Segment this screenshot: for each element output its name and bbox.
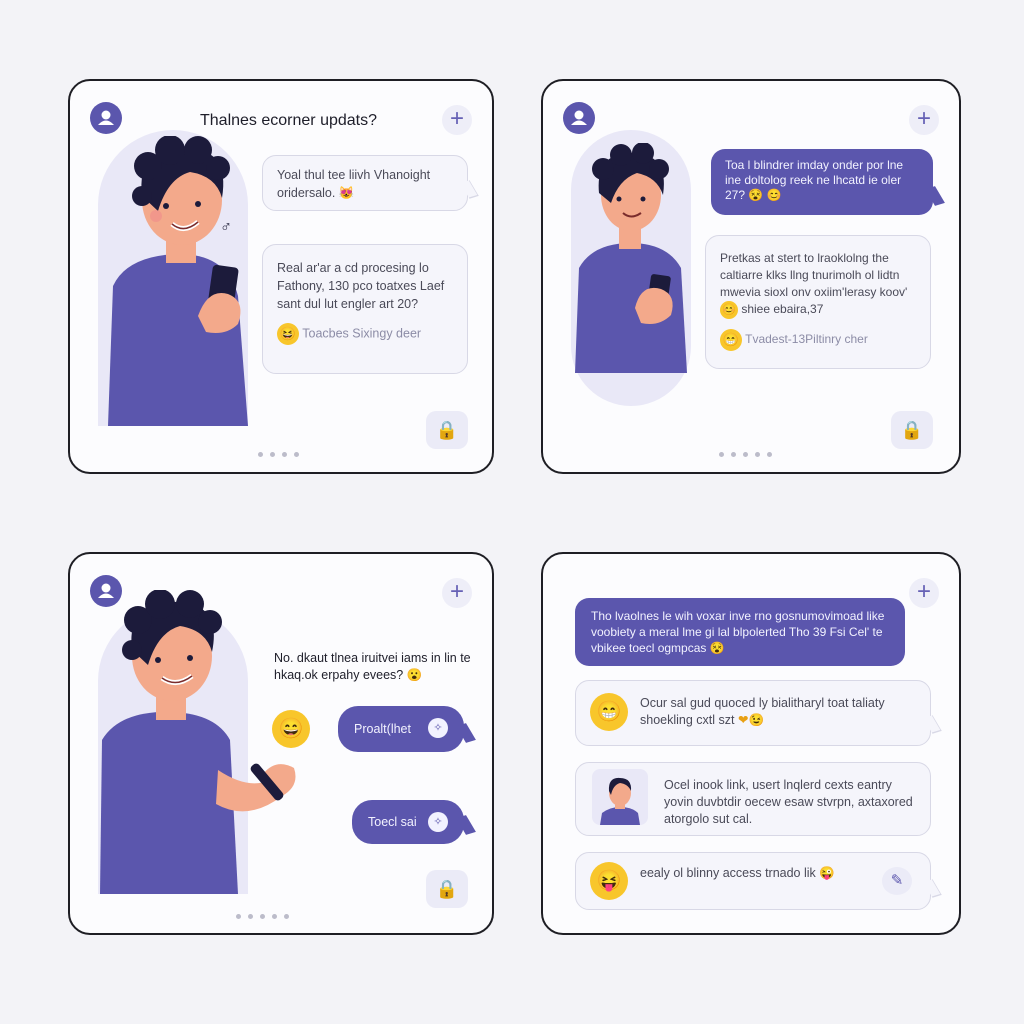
laughing-emoji-icon: 😆 (277, 323, 299, 345)
lock-button[interactable]: 🔒 (426, 870, 468, 908)
pagination-dots (236, 914, 289, 919)
page-dot[interactable] (236, 914, 241, 919)
user-icon (98, 110, 114, 125)
contact-avatar (592, 769, 648, 825)
tongue-emoji-icon: 😝 (590, 862, 628, 900)
page-dot[interactable] (248, 914, 253, 919)
chat-bubble-a: Toa l blindrer imday onder por lne ine d… (711, 149, 933, 215)
chat-bubble-b: 😁 Ocur sal gud quoced ly bialitharyl toa… (575, 680, 931, 746)
add-button[interactable]: + (909, 105, 939, 135)
card-title: Thalnes ecorner updats? (200, 112, 377, 129)
emoji-icon: 😮 (406, 668, 423, 682)
page-dot[interactable] (260, 914, 265, 919)
emoji-icon: 😵 😊 (748, 188, 782, 202)
person-illustration (573, 143, 693, 378)
page-dot[interactable] (258, 452, 263, 457)
page-dot[interactable] (294, 452, 299, 457)
page-dot[interactable] (719, 452, 724, 457)
user-icon (571, 110, 587, 125)
wink-emoji-icon: 😜 (819, 866, 835, 880)
bubble-footer: Tvadest-13Piltinry cher (745, 332, 868, 347)
page-dot[interactable] (272, 914, 277, 919)
reply-pill-b[interactable]: Toecl sai ✧ (352, 800, 464, 844)
lock-icon: 🔒 (900, 420, 924, 440)
messenger-icon: ✧ (428, 718, 448, 738)
smile-emoji-icon: 😊 (720, 301, 738, 319)
pagination-dots (719, 452, 772, 457)
add-button[interactable]: + (909, 578, 939, 608)
chat-bubble-a: Tho lvaolnes le wih voxar inve rno gosnu… (575, 598, 905, 666)
chat-bubble-b: Real ar'ar a cd procesing lo Fathony, 13… (262, 244, 468, 374)
page-dot[interactable] (282, 452, 287, 457)
add-button[interactable]: + (442, 105, 472, 135)
page-dot[interactable] (270, 452, 275, 457)
lock-button[interactable]: 🔒 (891, 411, 933, 449)
chat-bubble-d: 😝 eealy ol blinny access trnado lik 😜 ✎ (575, 852, 931, 910)
chat-bubble-a: Yoal thul tee liivh Vhanoight oridersalo… (262, 155, 468, 211)
happy-emoji-icon: 😄 (272, 710, 310, 748)
lock-icon: 🔒 (435, 420, 459, 440)
chat-card-1: Thalnes ecorner updats? + ♂ Yoal thul te… (68, 79, 494, 474)
page-dot[interactable] (755, 452, 760, 457)
heart-emoji-icon: ❤😉 (737, 713, 765, 727)
page-dot[interactable] (743, 452, 748, 457)
grin-emoji-icon: 😁 (590, 693, 628, 731)
chat-bubble-c: Ocel inook link, usert lnqlerd cexts ean… (575, 762, 931, 836)
emoji-icon: 😻 (338, 186, 355, 200)
chat-card-4: + Tho lvaolnes le wih voxar inve rno gos… (541, 552, 961, 935)
chat-bubble-b: Pretkas at stert to lraoklolng the calti… (705, 235, 931, 369)
user-avatar-button[interactable] (90, 102, 122, 134)
ring-icon: ♂ (220, 219, 232, 236)
chat-bubble-text: No. dkaut tlnea iruitvei iams in lin te … (274, 651, 471, 682)
edit-icon[interactable]: ✎ (882, 867, 912, 895)
emoji-icon: 😵 (709, 641, 725, 655)
bubble-footer: Toacbes Sixingy deer (302, 326, 422, 341)
messenger-icon: ✧ (428, 812, 448, 832)
user-avatar-button[interactable] (563, 102, 595, 134)
page-dot[interactable] (284, 914, 289, 919)
reply-pill-a[interactable]: Proalt(lhet ✧ (338, 706, 464, 752)
lock-icon: 🔒 (435, 879, 459, 899)
pagination-dots (258, 452, 299, 457)
page-dot[interactable] (731, 452, 736, 457)
page-dot[interactable] (767, 452, 772, 457)
chat-card-2: + Toa l blindrer imday onder por lne ine… (541, 79, 961, 474)
grin-emoji-icon: 😁 (720, 329, 742, 351)
chat-card-3: + No. dkaut tlnea iruitvei iams in lin t… (68, 552, 494, 935)
add-button[interactable]: + (442, 578, 472, 608)
lock-button[interactable]: 🔒 (426, 411, 468, 449)
